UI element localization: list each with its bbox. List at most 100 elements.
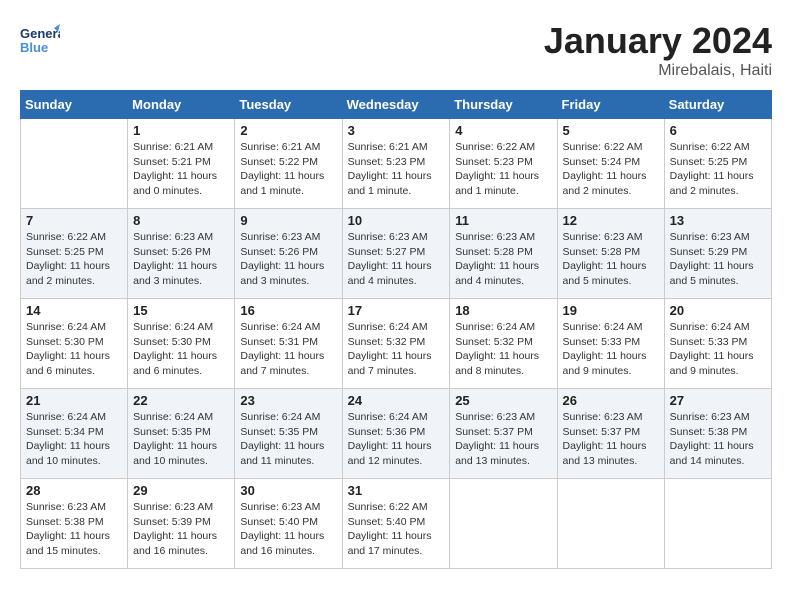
day-number: 6 — [670, 123, 766, 138]
cell-content: Sunrise: 6:21 AMSunset: 5:21 PMDaylight:… — [133, 140, 229, 199]
calendar-cell: 22 Sunrise: 6:24 AMSunset: 5:35 PMDayligh… — [128, 389, 235, 479]
calendar-cell — [664, 479, 771, 569]
location-title: Mirebalais, Haiti — [544, 62, 772, 80]
cell-content: Sunrise: 6:23 AMSunset: 5:37 PMDaylight:… — [563, 410, 659, 469]
calendar-cell: 15 Sunrise: 6:24 AMSunset: 5:30 PMDayligh… — [128, 299, 235, 389]
col-thursday: Thursday — [450, 91, 557, 119]
day-number: 10 — [348, 213, 445, 228]
day-number: 14 — [26, 303, 122, 318]
page-header: General Blue January 2024 Mirebalais, Ha… — [20, 20, 772, 80]
cell-content: Sunrise: 6:23 AMSunset: 5:38 PMDaylight:… — [26, 500, 122, 559]
calendar-cell: 30Sunrise: 6:23 AMSunset: 5:40 PMDayligh… — [235, 479, 342, 569]
calendar-body: 1 Sunrise: 6:21 AMSunset: 5:21 PMDaylight… — [21, 119, 772, 569]
day-number: 2 — [240, 123, 336, 138]
calendar-cell: 20Sunrise: 6:24 AMSunset: 5:33 PMDayligh… — [664, 299, 771, 389]
cell-content: Sunrise: 6:24 AMSunset: 5:36 PMDaylight:… — [348, 410, 445, 469]
day-number: 16 — [240, 303, 336, 318]
calendar-cell: 7Sunrise: 6:22 AMSunset: 5:25 PMDaylight… — [21, 209, 128, 299]
calendar-cell: 23 Sunrise: 6:24 AMSunset: 5:35 PMDayligh… — [235, 389, 342, 479]
calendar-cell — [21, 119, 128, 209]
calendar-cell: 29 Sunrise: 6:23 AMSunset: 5:39 PMDayligh… — [128, 479, 235, 569]
day-number: 23 — [240, 393, 336, 408]
cell-content: Sunrise: 6:24 AMSunset: 5:35 PMDaylight:… — [240, 410, 336, 469]
svg-text:Blue: Blue — [20, 40, 48, 55]
col-wednesday: Wednesday — [342, 91, 450, 119]
calendar-cell: 12 Sunrise: 6:23 AMSunset: 5:28 PMDayligh… — [557, 209, 664, 299]
day-number: 9 — [240, 213, 336, 228]
day-number: 12 — [563, 213, 659, 228]
day-number: 27 — [670, 393, 766, 408]
cell-content: Sunrise: 6:23 AMSunset: 5:38 PMDaylight:… — [670, 410, 766, 469]
cell-content: Sunrise: 6:22 AMSunset: 5:23 PMDaylight:… — [455, 140, 551, 199]
calendar-cell: 6 Sunrise: 6:22 AMSunset: 5:25 PMDaylight… — [664, 119, 771, 209]
calendar-week-2: 7Sunrise: 6:22 AMSunset: 5:25 PMDaylight… — [21, 209, 772, 299]
cell-content: Sunrise: 6:22 AMSunset: 5:25 PMDaylight:… — [26, 230, 122, 289]
calendar-cell: 24Sunrise: 6:24 AMSunset: 5:36 PMDayligh… — [342, 389, 450, 479]
cell-content: Sunrise: 6:23 AMSunset: 5:27 PMDaylight:… — [348, 230, 445, 289]
month-title: January 2024 — [544, 20, 772, 62]
day-number: 31 — [348, 483, 445, 498]
col-monday: Monday — [128, 91, 235, 119]
calendar-cell: 18Sunrise: 6:24 AMSunset: 5:32 PMDayligh… — [450, 299, 557, 389]
calendar-cell: 14 Sunrise: 6:24 AMSunset: 5:30 PMDayligh… — [21, 299, 128, 389]
day-number: 19 — [563, 303, 659, 318]
calendar-cell: 28 Sunrise: 6:23 AMSunset: 5:38 PMDayligh… — [21, 479, 128, 569]
day-number: 4 — [455, 123, 551, 138]
calendar-week-1: 1 Sunrise: 6:21 AMSunset: 5:21 PMDaylight… — [21, 119, 772, 209]
calendar-cell: 5 Sunrise: 6:22 AMSunset: 5:24 PMDaylight… — [557, 119, 664, 209]
cell-content: Sunrise: 6:22 AMSunset: 5:24 PMDaylight:… — [563, 140, 659, 199]
cell-content: Sunrise: 6:22 AMSunset: 5:25 PMDaylight:… — [670, 140, 766, 199]
calendar-cell: 2 Sunrise: 6:21 AMSunset: 5:22 PMDaylight… — [235, 119, 342, 209]
calendar-cell: 26 Sunrise: 6:23 AMSunset: 5:37 PMDayligh… — [557, 389, 664, 479]
cell-content: Sunrise: 6:23 AMSunset: 5:39 PMDaylight:… — [133, 500, 229, 559]
calendar-cell — [450, 479, 557, 569]
day-number: 22 — [133, 393, 229, 408]
day-number: 26 — [563, 393, 659, 408]
day-number: 29 — [133, 483, 229, 498]
day-number: 18 — [455, 303, 551, 318]
calendar-week-3: 14 Sunrise: 6:24 AMSunset: 5:30 PMDayligh… — [21, 299, 772, 389]
calendar-cell: 21 Sunrise: 6:24 AMSunset: 5:34 PMDayligh… — [21, 389, 128, 479]
cell-content: Sunrise: 6:24 AMSunset: 5:34 PMDaylight:… — [26, 410, 122, 469]
cell-content: Sunrise: 6:23 AMSunset: 5:40 PMDaylight:… — [240, 500, 336, 559]
day-number: 28 — [26, 483, 122, 498]
svg-text:General: General — [20, 26, 60, 41]
calendar-cell: 3Sunrise: 6:21 AMSunset: 5:23 PMDaylight… — [342, 119, 450, 209]
logo: General Blue — [20, 20, 60, 60]
calendar-week-4: 21 Sunrise: 6:24 AMSunset: 5:34 PMDayligh… — [21, 389, 772, 479]
cell-content: Sunrise: 6:21 AMSunset: 5:22 PMDaylight:… — [240, 140, 336, 199]
day-number: 20 — [670, 303, 766, 318]
day-number: 15 — [133, 303, 229, 318]
calendar-cell: 16 Sunrise: 6:24 AMSunset: 5:31 PMDayligh… — [235, 299, 342, 389]
calendar-cell: 9 Sunrise: 6:23 AMSunset: 5:26 PMDaylight… — [235, 209, 342, 299]
cell-content: Sunrise: 6:23 AMSunset: 5:26 PMDaylight:… — [240, 230, 336, 289]
col-saturday: Saturday — [664, 91, 771, 119]
calendar-cell: 25Sunrise: 6:23 AMSunset: 5:37 PMDayligh… — [450, 389, 557, 479]
calendar-cell: 11Sunrise: 6:23 AMSunset: 5:28 PMDayligh… — [450, 209, 557, 299]
cell-content: Sunrise: 6:24 AMSunset: 5:35 PMDaylight:… — [133, 410, 229, 469]
cell-content: Sunrise: 6:24 AMSunset: 5:30 PMDaylight:… — [133, 320, 229, 379]
calendar-cell: 17Sunrise: 6:24 AMSunset: 5:32 PMDayligh… — [342, 299, 450, 389]
cell-content: Sunrise: 6:22 AMSunset: 5:40 PMDaylight:… — [348, 500, 445, 559]
day-number: 3 — [348, 123, 445, 138]
calendar-table: Sunday Monday Tuesday Wednesday Thursday… — [20, 90, 772, 569]
calendar-cell: 31 Sunrise: 6:22 AMSunset: 5:40 PMDayligh… — [342, 479, 450, 569]
day-number: 21 — [26, 393, 122, 408]
day-number: 17 — [348, 303, 445, 318]
cell-content: Sunrise: 6:23 AMSunset: 5:26 PMDaylight:… — [133, 230, 229, 289]
calendar-cell: 4 Sunrise: 6:22 AMSunset: 5:23 PMDaylight… — [450, 119, 557, 209]
calendar-header: Sunday Monday Tuesday Wednesday Thursday… — [21, 91, 772, 119]
day-number: 8 — [133, 213, 229, 228]
col-sunday: Sunday — [21, 91, 128, 119]
col-friday: Friday — [557, 91, 664, 119]
day-number: 1 — [133, 123, 229, 138]
cell-content: Sunrise: 6:23 AMSunset: 5:28 PMDaylight:… — [563, 230, 659, 289]
logo-icon: General Blue — [20, 20, 60, 60]
day-number: 5 — [563, 123, 659, 138]
calendar-cell — [557, 479, 664, 569]
cell-content: Sunrise: 6:24 AMSunset: 5:31 PMDaylight:… — [240, 320, 336, 379]
cell-content: Sunrise: 6:23 AMSunset: 5:37 PMDaylight:… — [455, 410, 551, 469]
col-tuesday: Tuesday — [235, 91, 342, 119]
cell-content: Sunrise: 6:23 AMSunset: 5:28 PMDaylight:… — [455, 230, 551, 289]
cell-content: Sunrise: 6:24 AMSunset: 5:30 PMDaylight:… — [26, 320, 122, 379]
